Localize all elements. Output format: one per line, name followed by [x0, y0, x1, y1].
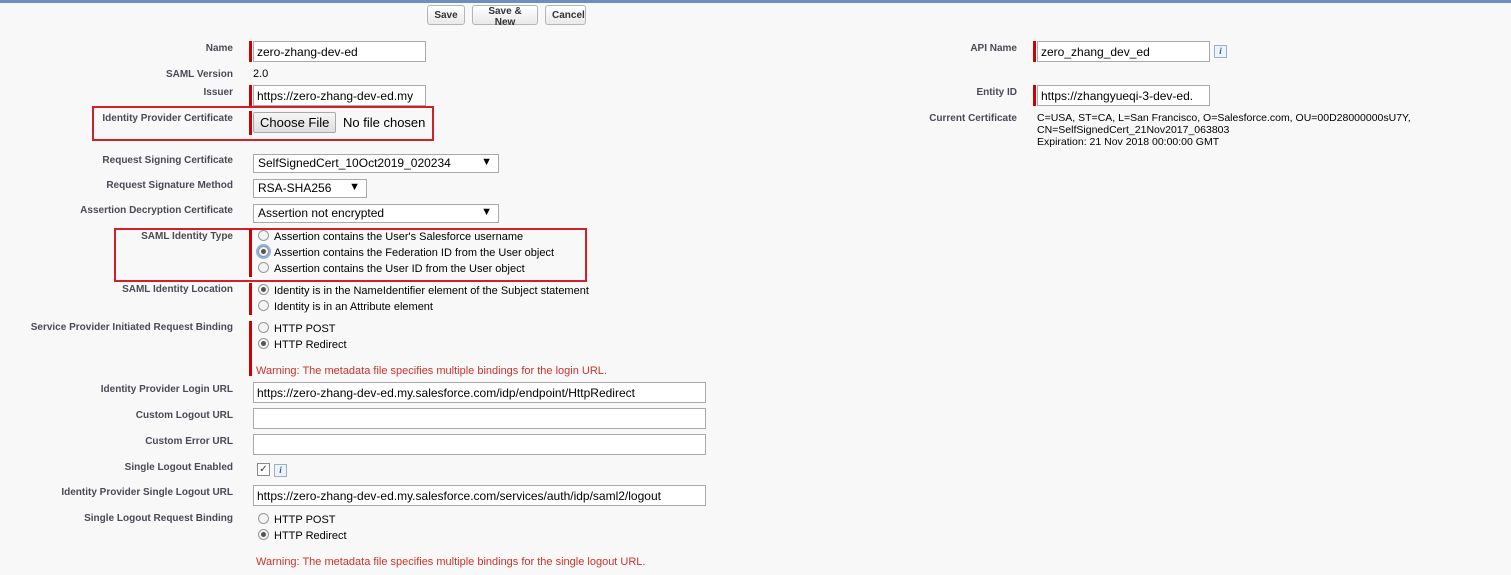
radio-button-selected[interactable] — [258, 246, 269, 257]
api-name-input[interactable] — [1037, 41, 1210, 62]
assertion-decryption-certificate-label: Assertion Decryption Certificate — [80, 205, 233, 216]
request-signature-method-select[interactable]: RSA-SHA256 ▼ — [253, 179, 367, 198]
entity-id-label: Entity ID — [976, 87, 1017, 98]
selected-value: RSA-SHA256 — [258, 181, 332, 195]
request-signing-certificate-label: Request Signing Certificate — [102, 155, 233, 166]
radio-button[interactable] — [258, 322, 269, 333]
custom-error-url-label: Custom Error URL — [145, 436, 233, 447]
radio-option-federation-id[interactable]: Assertion contains the Federation ID fro… — [258, 246, 554, 259]
choose-file-button[interactable]: Choose File — [253, 112, 337, 133]
selected-value: SelfSignedCert_10Oct2019_020234 — [258, 156, 451, 170]
assertion-decryption-certificate-select[interactable]: Assertion not encrypted ▼ — [253, 204, 499, 223]
required-indicator — [1033, 41, 1036, 62]
saml-identity-location-label: SAML Identity Location — [122, 284, 233, 295]
top-accent-bar — [0, 0, 1511, 3]
single-logout-enabled-label: Single Logout Enabled — [124, 462, 233, 473]
idp-single-logout-url-label: Identity Provider Single Logout URL — [61, 487, 233, 498]
single-logout-binding-warning: Warning: The metadata file specifies mul… — [256, 556, 646, 568]
slo-radio-option-http-post[interactable]: HTTP POST — [258, 513, 336, 526]
required-indicator — [249, 229, 252, 277]
request-signing-certificate-select[interactable]: SelfSignedCert_10Oct2019_020234 ▼ — [253, 154, 499, 173]
custom-error-url-input[interactable] — [253, 434, 706, 455]
single-logout-binding-label: Single Logout Request Binding — [84, 513, 233, 524]
idp-login-url-label: Identity Provider Login URL — [100, 384, 233, 395]
chevron-down-icon: ▼ — [481, 206, 492, 218]
radio-button[interactable] — [258, 262, 269, 273]
chevron-down-icon: ▼ — [481, 156, 492, 168]
radio-button[interactable] — [258, 513, 269, 524]
save-and-new-button[interactable]: Save & New — [472, 5, 538, 28]
idp-certificate-label: Identity Provider Certificate — [102, 113, 233, 124]
saml-version-value: 2.0 — [253, 68, 269, 80]
name-label: Name — [205, 43, 233, 54]
radio-button-selected[interactable] — [258, 338, 269, 349]
radio-button[interactable] — [258, 230, 269, 241]
saml-version-label: SAML Version — [165, 69, 233, 80]
radio-button-selected[interactable] — [258, 284, 269, 295]
required-indicator — [249, 41, 252, 62]
save-button[interactable]: Save — [427, 5, 465, 25]
request-signature-method-label: Request Signature Method — [106, 180, 233, 191]
info-icon[interactable]: i — [1214, 45, 1227, 58]
radio-option-nameidentifier[interactable]: Identity is in the NameIdentifier elemen… — [258, 284, 589, 297]
api-name-label: API Name — [970, 43, 1017, 54]
radio-button-selected[interactable] — [258, 529, 269, 540]
slo-radio-option-http-redirect[interactable]: HTTP Redirect — [258, 529, 347, 542]
required-indicator — [1033, 85, 1036, 106]
saml-identity-type-label: SAML Identity Type — [141, 231, 233, 242]
name-input[interactable] — [253, 41, 426, 62]
radio-option-user-id[interactable]: Assertion contains the User ID from the … — [258, 262, 525, 275]
single-logout-enabled-checkbox[interactable]: ✓ — [257, 463, 270, 476]
radio-option-http-redirect[interactable]: HTTP Redirect — [258, 338, 347, 351]
file-status-text: No file chosen — [343, 115, 426, 130]
selected-value: Assertion not encrypted — [258, 206, 385, 220]
issuer-input[interactable] — [253, 85, 426, 106]
idp-login-url-input[interactable] — [253, 382, 706, 403]
required-indicator — [249, 283, 252, 315]
info-icon[interactable]: i — [274, 464, 287, 477]
login-binding-warning: Warning: The metadata file specifies mul… — [256, 365, 607, 377]
current-certificate-line1: C=USA, ST=CA, L=San Francisco, O=Salesfo… — [1037, 112, 1411, 124]
current-certificate-line2: CN=SelfSignedCert_21Nov2017_063803 — [1037, 124, 1230, 136]
current-certificate-expiration: Expiration: 21 Nov 2018 00:00:00 GMT — [1037, 136, 1220, 148]
idp-single-logout-url-input[interactable] — [253, 485, 706, 506]
radio-option-attribute[interactable]: Identity is in an Attribute element — [258, 300, 433, 313]
required-indicator — [249, 85, 252, 106]
required-indicator — [249, 321, 252, 376]
issuer-label: Issuer — [203, 87, 233, 98]
required-indicator — [249, 111, 252, 135]
entity-id-input[interactable] — [1037, 85, 1210, 106]
cancel-button[interactable]: Cancel — [545, 5, 586, 25]
chevron-down-icon: ▼ — [349, 181, 360, 193]
current-certificate-label: Current Certificate — [929, 113, 1017, 124]
radio-option-username[interactable]: Assertion contains the User's Salesforce… — [258, 230, 523, 243]
radio-button[interactable] — [258, 300, 269, 311]
radio-option-http-post[interactable]: HTTP POST — [258, 322, 336, 335]
custom-logout-url-label: Custom Logout URL — [135, 410, 233, 421]
sp-request-binding-label: Service Provider Initiated Request Bindi… — [30, 322, 233, 333]
custom-logout-url-input[interactable] — [253, 408, 706, 429]
